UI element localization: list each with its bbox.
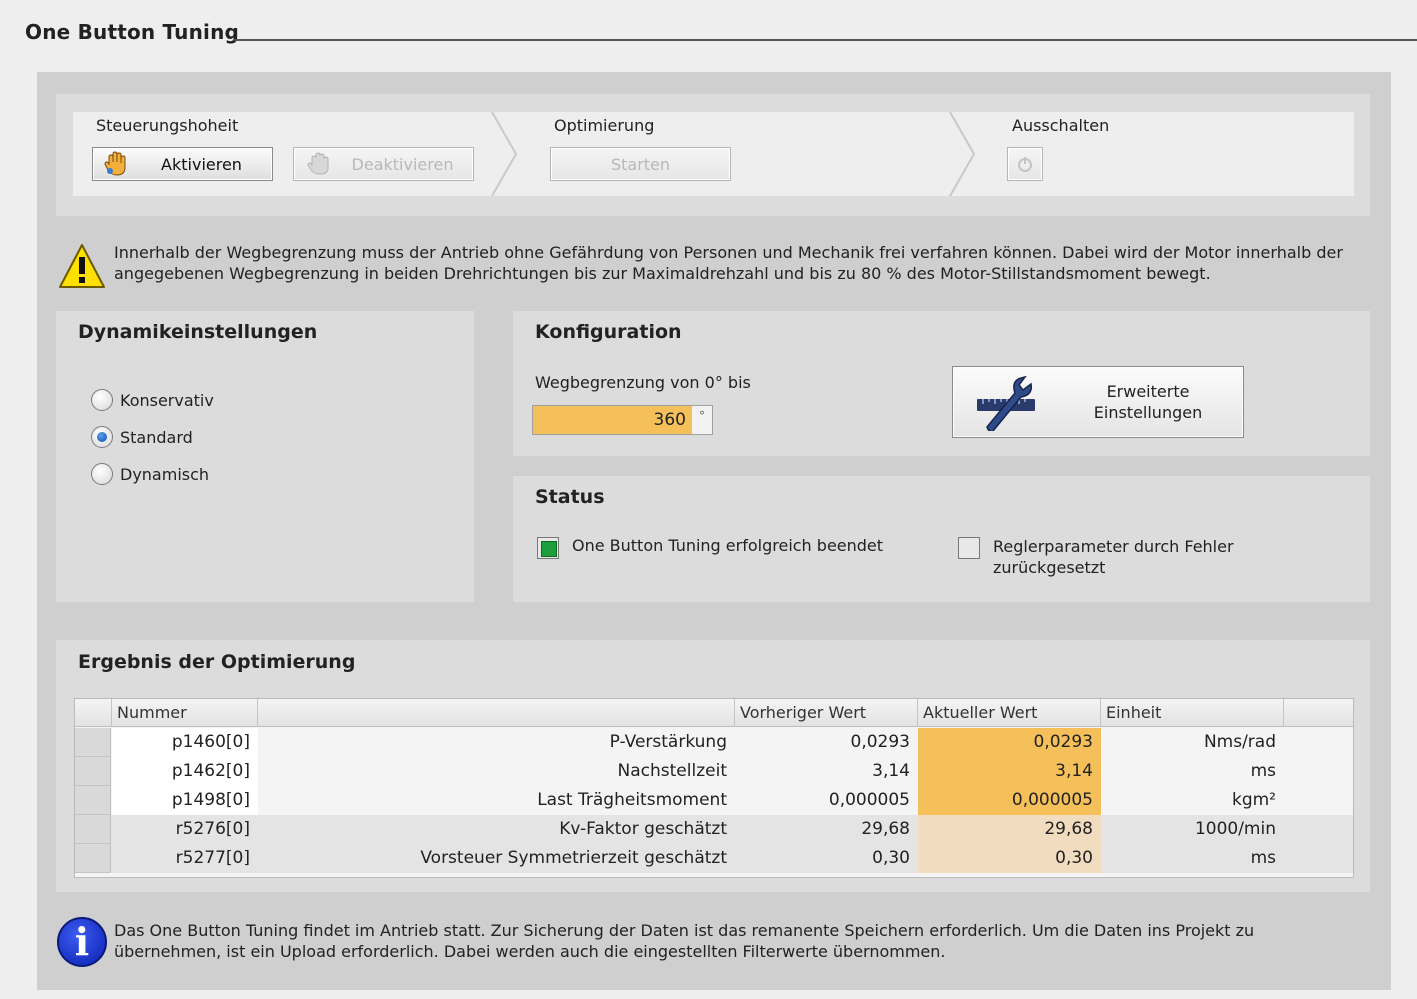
cell-number: r5277[0] <box>112 844 258 873</box>
table-row[interactable]: p1498[0] Last Trägheitsmoment 0,000005 0,00… <box>75 786 1353 815</box>
step-separator-icon <box>949 112 976 196</box>
power-icon <box>1018 157 1032 172</box>
step-label-optimization: Optimierung <box>554 116 655 135</box>
start-button[interactable]: Starten <box>550 147 731 181</box>
table-row[interactable]: r5277[0] Vorsteuer Symmetrierzeit geschät… <box>75 844 1353 873</box>
cell-number: p1462[0] <box>112 757 258 786</box>
activate-button[interactable]: Aktivieren <box>92 147 273 181</box>
limit-label: Wegbegrenzung von 0° bis <box>535 373 751 392</box>
radio-dynamic[interactable]: Dynamisch <box>91 463 209 485</box>
dynamics-panel <box>56 311 474 602</box>
cell-current[interactable]: 3,14 <box>918 757 1101 786</box>
cell-unit: ms <box>1101 757 1284 786</box>
cell-name: Vorsteuer Symmetrierzeit geschätzt <box>258 844 735 873</box>
column-header-current[interactable]: Aktueller Wert <box>918 699 1101 727</box>
cell-previous: 29,68 <box>735 815 918 844</box>
limit-input[interactable]: 360 ° <box>532 405 713 435</box>
cell-filler <box>1284 815 1353 844</box>
cell-filler <box>1284 844 1353 873</box>
radio-label: Standard <box>120 427 193 447</box>
results-table: Nummer Vorheriger Wert Aktueller Wert Ei… <box>74 698 1354 878</box>
cell-previous: 0,0293 <box>735 728 918 757</box>
row-header[interactable] <box>75 844 111 873</box>
radio-standard[interactable]: Standard <box>91 426 193 448</box>
table-corner <box>75 699 112 727</box>
radio-button-selected[interactable] <box>91 426 113 448</box>
radio-label: Dynamisch <box>120 464 210 484</box>
extended-settings-button[interactable]: Erweiterte Einstellungen <box>952 366 1244 438</box>
row-header[interactable] <box>75 786 111 815</box>
column-header-number[interactable]: Nummer <box>112 699 258 727</box>
step-label-control: Steuerungshoheit <box>96 116 239 135</box>
cell-unit: kgm² <box>1101 786 1284 815</box>
cell-current[interactable]: 0,000005 <box>918 786 1101 815</box>
status-error-indicator <box>958 537 980 559</box>
radio-label: Konservativ <box>120 390 214 410</box>
status-ok-indicator <box>537 537 559 559</box>
hand-disabled-icon <box>307 152 329 175</box>
configuration-title: Konfiguration <box>535 321 682 343</box>
page-title: One Button Tuning <box>25 20 240 44</box>
cell-current: 29,68 <box>918 815 1101 844</box>
deactivate-label: Deaktivieren <box>351 154 454 174</box>
results-title: Ergebnis der Optimierung <box>78 651 356 673</box>
info-text: Das One Button Tuning findet im Antrieb … <box>114 921 1255 961</box>
row-header[interactable] <box>75 815 111 844</box>
step-separator-icon <box>491 112 518 196</box>
cell-unit: 1000/min <box>1101 815 1284 844</box>
shutdown-button[interactable] <box>1007 147 1043 181</box>
start-label: Starten <box>610 154 671 174</box>
cell-filler <box>1284 757 1353 786</box>
cell-name: Kv-Faktor geschätzt <box>258 815 735 844</box>
column-header-name[interactable] <box>258 699 735 727</box>
dynamics-title: Dynamikeinstellungen <box>78 321 318 343</box>
cell-number: p1498[0] <box>112 786 258 815</box>
row-header[interactable] <box>75 728 111 757</box>
limit-unit: ° <box>692 406 712 434</box>
status-ok-text: One Button Tuning erfolgreich beendet <box>572 536 884 555</box>
table-row[interactable]: r5276[0] Kv-Faktor geschätzt 29,68 29,68 100… <box>75 815 1353 844</box>
title-divider <box>234 39 1417 41</box>
cell-number: p1460[0] <box>112 728 258 757</box>
table-row[interactable]: p1462[0] Nachstellzeit 3,14 3,14 ms <box>75 757 1353 786</box>
column-header-unit[interactable]: Einheit <box>1101 699 1284 727</box>
cell-name: P-Verstärkung <box>258 728 735 757</box>
radio-button[interactable] <box>91 463 113 485</box>
step-label-shutdown: Ausschalten <box>1012 116 1110 135</box>
hand-icon <box>104 151 126 176</box>
status-error-text: Reglerparameter durch Fehler zurückgeset… <box>993 537 1234 577</box>
radio-conservative[interactable]: Konservativ <box>91 389 214 411</box>
extended-settings-label: Erweiterte Einstellungen <box>1093 382 1203 422</box>
warning-icon <box>59 244 105 288</box>
cell-previous: 0,30 <box>735 844 918 873</box>
cell-number: r5276[0] <box>112 815 258 844</box>
warning-text: Innerhalb der Wegbegrenzung muss der Ant… <box>114 243 1343 283</box>
column-header-filler <box>1284 699 1353 727</box>
cell-current[interactable]: 0,0293 <box>918 728 1101 757</box>
cell-unit: Nms/rad <box>1101 728 1284 757</box>
deactivate-button[interactable]: Deaktivieren <box>293 147 474 181</box>
info-icon: i <box>57 917 107 967</box>
cell-name: Nachstellzeit <box>258 757 735 786</box>
cell-unit: ms <box>1101 844 1284 873</box>
cell-previous: 3,14 <box>735 757 918 786</box>
wrench-ruler-icon <box>977 375 1035 431</box>
cell-previous: 0,000005 <box>735 786 918 815</box>
cell-name: Last Trägheitsmoment <box>258 786 735 815</box>
limit-value[interactable]: 360 <box>533 406 692 434</box>
row-header[interactable] <box>75 757 111 786</box>
column-header-previous[interactable]: Vorheriger Wert <box>735 699 918 727</box>
activate-label: Aktivieren <box>161 154 242 174</box>
cell-current: 0,30 <box>918 844 1101 873</box>
cell-filler <box>1284 786 1353 815</box>
cell-filler <box>1284 728 1353 757</box>
status-title: Status <box>535 486 605 508</box>
radio-button[interactable] <box>91 389 113 411</box>
table-row[interactable]: p1460[0] P-Verstärkung 0,0293 0,0293 Nms/rad <box>75 728 1353 757</box>
